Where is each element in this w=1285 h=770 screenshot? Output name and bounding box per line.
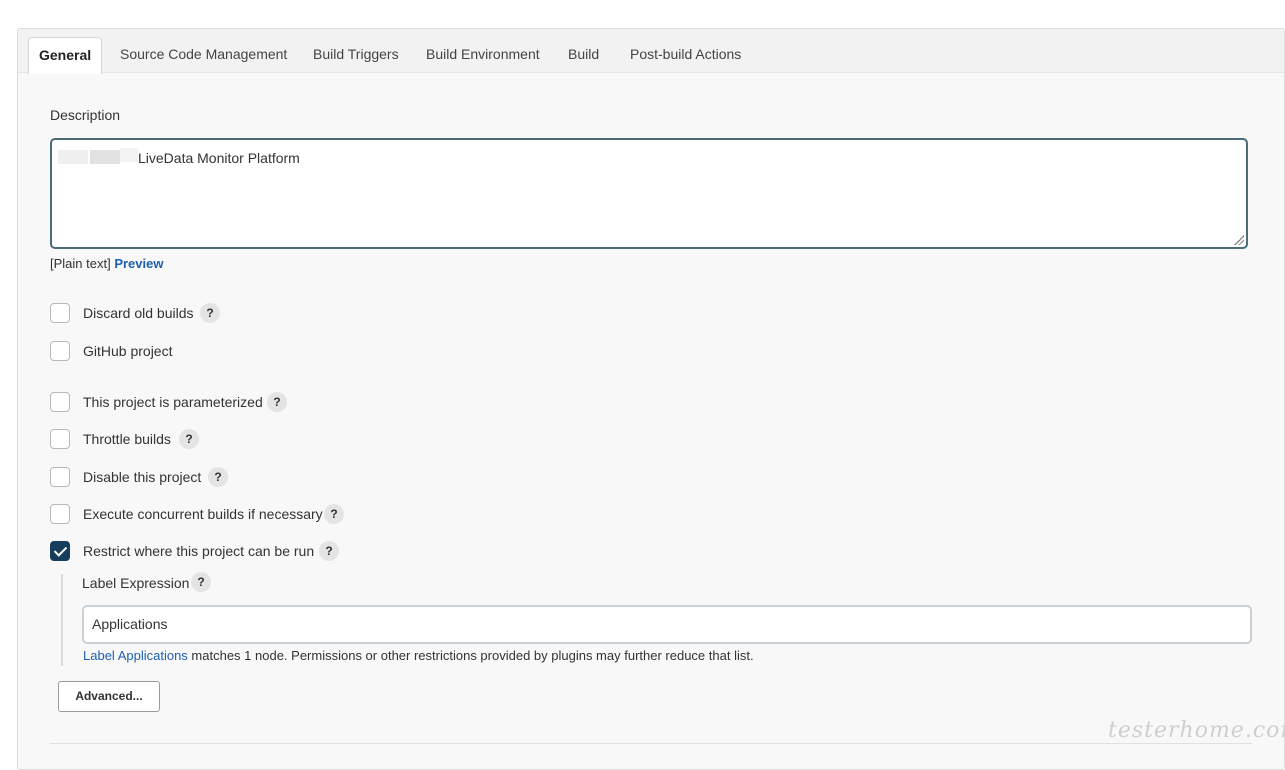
github-project-checkbox[interactable]: [50, 341, 70, 361]
resize-handle-icon[interactable]: [1234, 235, 1244, 245]
restrict-run-label: Restrict where this project can be run: [83, 543, 315, 559]
help-icon[interactable]: ?: [200, 303, 220, 323]
label-applications-link[interactable]: Label Applications: [83, 648, 188, 663]
tab-build-triggers[interactable]: Build Triggers: [303, 37, 409, 71]
plain-text-label: [Plain text]: [50, 256, 111, 271]
advanced-button[interactable]: Advanced...: [58, 681, 160, 712]
help-icon[interactable]: ?: [191, 572, 211, 592]
tab-general[interactable]: General: [28, 37, 103, 74]
discard-old-builds-checkbox[interactable]: [50, 303, 70, 323]
tab-bar: General Source Code Management Build Tri…: [18, 29, 1284, 74]
tab-post-build-actions[interactable]: Post-build Actions: [620, 37, 751, 71]
description-value: LiveData Monitor Platform: [138, 150, 300, 166]
concurrent-builds-checkbox[interactable]: [50, 504, 70, 524]
restrict-run-checkbox[interactable]: [50, 541, 70, 561]
description-label: Description: [50, 107, 121, 123]
parameterized-checkbox[interactable]: [50, 392, 70, 412]
redacted-region: [90, 150, 120, 164]
help-icon[interactable]: ?: [267, 392, 287, 412]
help-icon[interactable]: ?: [319, 541, 339, 561]
description-textarea[interactable]: LiveData Monitor Platform: [50, 138, 1248, 249]
redacted-region: [58, 150, 88, 164]
label-match-text: matches 1 node. Permissions or other res…: [187, 648, 754, 663]
help-icon[interactable]: ?: [324, 504, 344, 524]
nested-section-indicator: [61, 574, 63, 666]
disable-project-checkbox[interactable]: [50, 467, 70, 487]
config-panel: General Source Code Management Build Tri…: [17, 28, 1285, 770]
concurrent-builds-label: Execute concurrent builds if necessary: [83, 506, 323, 522]
label-match-info: Label Applications matches 1 node. Permi…: [83, 648, 754, 663]
preview-link[interactable]: Preview: [114, 256, 163, 271]
description-format: [Plain text] Preview: [50, 256, 163, 271]
tab-build[interactable]: Build: [558, 37, 609, 71]
section-divider: [50, 743, 1252, 744]
help-icon[interactable]: ?: [179, 429, 199, 449]
github-project-label: GitHub project: [83, 343, 173, 359]
redacted-region: [120, 148, 138, 162]
label-expression-label: Label Expression: [82, 575, 190, 591]
tab-source-code-management[interactable]: Source Code Management: [110, 37, 297, 71]
tab-build-environment[interactable]: Build Environment: [416, 37, 550, 71]
help-icon[interactable]: ?: [208, 467, 228, 487]
throttle-builds-label: Throttle builds: [83, 431, 171, 447]
parameterized-label: This project is parameterized: [83, 394, 263, 410]
watermark: testerhome.com: [1108, 718, 1285, 743]
label-expression-input[interactable]: Applications: [82, 605, 1252, 644]
disable-project-label: Disable this project: [83, 469, 202, 485]
discard-old-builds-label: Discard old builds: [83, 305, 194, 321]
throttle-builds-checkbox[interactable]: [50, 429, 70, 449]
